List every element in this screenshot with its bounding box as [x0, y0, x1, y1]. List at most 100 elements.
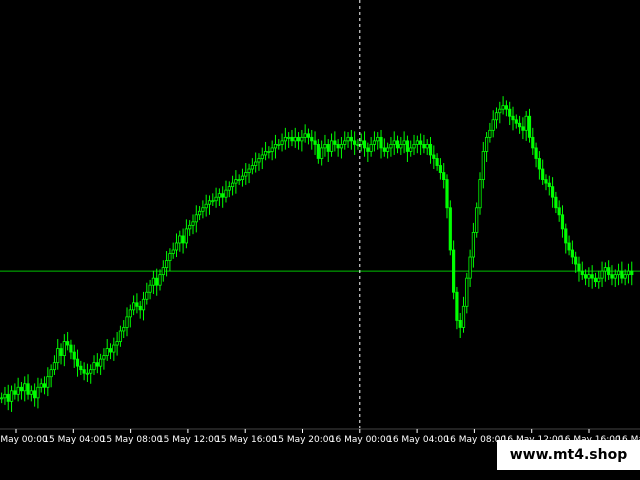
candle-body [600, 270, 604, 279]
candle-body [531, 136, 535, 149]
candle-body [52, 362, 57, 371]
candle-body [501, 105, 505, 110]
candle-body [161, 267, 165, 276]
candle-body [79, 365, 83, 371]
candle-body [102, 355, 106, 360]
candle-body [263, 151, 268, 156]
candle-body [155, 277, 159, 286]
candle-body [405, 140, 410, 152]
candle-body [168, 253, 172, 261]
candle-body [395, 140, 400, 149]
time-tick-label: 15 May 16:00 [215, 435, 277, 445]
chart-canvas[interactable]: 15 May 00:0015 May 04:0015 May 08:0015 M… [0, 0, 640, 480]
watermark: www.mt4.shop [497, 440, 640, 470]
candle-body [461, 305, 466, 328]
candle-body [320, 147, 324, 159]
candle-body [494, 112, 499, 121]
candle-body [257, 158, 261, 163]
candle-body [313, 140, 317, 145]
candle-body [409, 147, 413, 152]
candle-body [428, 143, 433, 156]
candle-body [303, 133, 307, 138]
candle-body [39, 383, 43, 388]
candle-body [122, 327, 126, 332]
candle-body [537, 158, 541, 170]
candle-body [66, 341, 70, 346]
candle-body [475, 207, 479, 233]
candle-body [250, 165, 254, 170]
candle-body [517, 122, 522, 128]
candle-body [6, 393, 10, 402]
candle-body [333, 140, 337, 145]
candle-body [92, 362, 96, 371]
price-chart[interactable]: 15 May 00:0015 May 04:0015 May 08:0015 M… [0, 0, 640, 480]
candle-body [310, 136, 314, 142]
candle-body [277, 143, 281, 146]
candle-body [237, 179, 241, 182]
candle-body [49, 369, 53, 378]
candle-body [382, 147, 386, 152]
candle-body [29, 390, 33, 395]
candle-body [468, 256, 472, 279]
candle-body [287, 136, 291, 139]
candle-body [452, 249, 456, 293]
candle-body [419, 140, 423, 145]
candle-body [616, 270, 621, 276]
candle-body [181, 235, 185, 244]
candle-body [280, 140, 284, 145]
candle-body [128, 309, 132, 318]
candle-body [62, 341, 66, 356]
candle-body [369, 143, 373, 152]
candle-body [178, 235, 182, 244]
candle-body [379, 136, 383, 149]
candle-body [273, 143, 278, 149]
candle-body [234, 179, 238, 184]
candle-body [574, 256, 578, 265]
candle-body [184, 228, 188, 244]
candle-body [547, 182, 551, 188]
candle-body [386, 147, 390, 152]
candle-body [498, 108, 502, 114]
candle-body [521, 126, 525, 131]
candle-body [240, 175, 245, 181]
candle-body [366, 147, 370, 152]
candle-body [145, 291, 149, 300]
candle-body [488, 129, 492, 138]
candle-body [158, 274, 162, 286]
candle-body [254, 161, 258, 166]
candle-body [610, 274, 614, 279]
candle-body [504, 105, 508, 110]
candle-body [554, 196, 558, 209]
candle-body [362, 140, 367, 149]
candle-body [46, 376, 50, 388]
candle-body [201, 207, 205, 212]
candle-body [326, 143, 330, 152]
candle-body [442, 172, 446, 180]
candle-body [339, 143, 344, 149]
candle-body [316, 143, 320, 159]
candle-body [567, 242, 571, 251]
candle-body [550, 186, 555, 198]
candle-body [458, 319, 462, 328]
time-tick-label: 16 May 00:00 [330, 435, 392, 445]
candle-body [484, 136, 489, 152]
candle-body [544, 179, 548, 184]
candle-body [376, 136, 380, 142]
candle-body [13, 390, 17, 395]
candle-body [56, 348, 60, 364]
candle-body [75, 358, 80, 367]
candle-body [587, 274, 591, 279]
candle-body [478, 179, 482, 209]
candle-body [527, 115, 532, 138]
candle-body [141, 298, 146, 311]
candle-body [171, 249, 175, 254]
candle-body [3, 393, 7, 399]
candle-body [290, 136, 294, 142]
candle-body [336, 143, 340, 149]
candle-body [607, 267, 611, 276]
candle-body [89, 369, 93, 374]
candle-body [435, 158, 439, 166]
candle-body [432, 154, 436, 159]
candle-body [329, 140, 334, 152]
candle-body [422, 143, 426, 149]
